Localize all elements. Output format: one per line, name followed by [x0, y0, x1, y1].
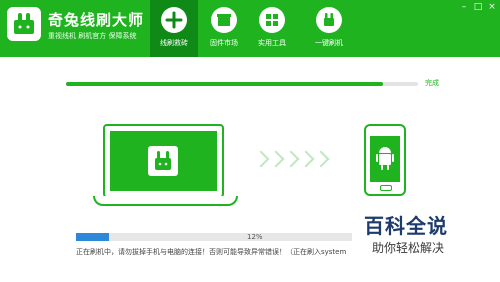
tab-label: 一键刷机 — [315, 39, 343, 47]
laptop-base — [93, 196, 238, 206]
app-header: 奇兔线刷大师 重视线机 刷机官方 保障系统 线刷救砖 固件市场 实用工具 一键刷… — [0, 0, 500, 57]
tab-label: 线刷救砖 — [160, 39, 188, 47]
laptop-illustration — [103, 124, 224, 198]
watermark-subtitle: 助你轻松解决 — [372, 241, 445, 255]
flash-progress-fill — [76, 233, 110, 241]
maximize-button[interactable]: □ — [472, 2, 484, 12]
tab-utilities[interactable]: 实用工具 — [248, 0, 296, 57]
arrow-icon — [312, 150, 330, 168]
overall-progress-track — [66, 82, 418, 86]
app-title: 奇兔线刷大师 — [48, 11, 145, 29]
tab-label: 实用工具 — [258, 39, 286, 47]
tab-firmware-market[interactable]: 固件市场 — [200, 0, 248, 57]
rabbit-logo-icon — [7, 7, 41, 41]
minimize-button[interactable]: – — [458, 2, 470, 12]
store-icon — [211, 7, 237, 33]
watermark-title: 百科全说 — [364, 214, 448, 238]
overall-progress-label: 完成 — [425, 79, 439, 87]
rabbit-flash-icon — [316, 7, 342, 33]
grid-icon — [259, 7, 285, 33]
wrench-cross-icon — [161, 7, 187, 33]
tab-flash-rescue[interactable]: 线刷救砖 — [150, 0, 198, 57]
rabbit-logo-icon — [148, 146, 178, 176]
flash-progress-percent: 12% — [247, 233, 263, 241]
tab-one-click-flash[interactable]: 一键刷机 — [305, 0, 353, 57]
flash-progress-track — [76, 233, 352, 241]
laptop-screen — [110, 131, 217, 191]
phone-illustration — [364, 124, 406, 196]
android-icon — [376, 147, 394, 170]
phone-screen — [370, 136, 400, 182]
tab-label: 固件市场 — [210, 39, 238, 47]
close-button[interactable]: × — [486, 2, 498, 12]
phone-home-button — [380, 185, 392, 191]
app-subtitle: 重视线机 刷机官方 保障系统 — [48, 32, 137, 40]
flash-status-text: 正在刷机中，请勿拔掉手机与电脑的连接！否则可能导致异常错误！（正在刷入syste… — [76, 248, 347, 256]
overall-progress-fill — [66, 82, 383, 86]
